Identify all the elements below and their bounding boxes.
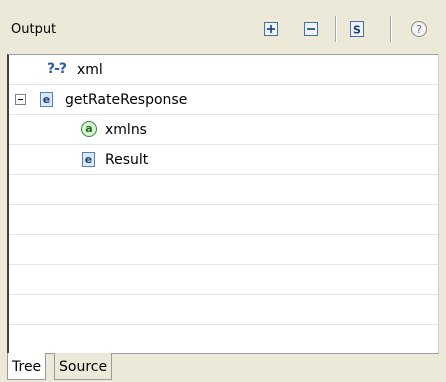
empty-row	[9, 295, 438, 325]
collapse-all-button[interactable]	[302, 20, 320, 38]
toolbar-separator	[390, 16, 392, 42]
svg-text:S: S	[353, 24, 361, 37]
tree-row-xml[interactable]: ?-? xml	[9, 55, 438, 85]
help-icon: ?	[411, 21, 427, 37]
panel-header: Output S ?	[0, 0, 446, 54]
tab-source[interactable]: Source	[54, 353, 113, 380]
output-panel: Output S ? ?-? xml e getRateResponse a x…	[0, 0, 446, 382]
tree-node-label: getRateResponse	[65, 92, 188, 108]
schema-button[interactable]: S	[348, 20, 366, 38]
expand-all-icon	[264, 22, 278, 36]
tree-node-label: xmlns	[105, 122, 147, 138]
tree-node-label: xml	[77, 62, 103, 78]
output-tree[interactable]: ?-? xml e getRateResponse a xmlns e Resu…	[7, 54, 439, 353]
tree-row-xmlns[interactable]: a xmlns	[9, 115, 438, 145]
empty-row	[9, 205, 438, 235]
empty-row	[9, 175, 438, 205]
panel-title: Output	[11, 22, 57, 37]
expand-all-button[interactable]	[262, 20, 280, 38]
collapse-toggle-icon[interactable]	[15, 94, 26, 105]
processing-instruction-icon: ?-?	[47, 61, 67, 77]
element-icon: e	[82, 152, 95, 167]
tab-tree[interactable]: Tree	[7, 353, 47, 380]
svg-text:?: ?	[416, 23, 422, 36]
view-tabs: Tree Source	[0, 353, 446, 382]
attribute-icon: a	[81, 121, 97, 137]
help-button[interactable]: ?	[410, 20, 428, 38]
tree-row-Result[interactable]: e Result	[9, 145, 438, 175]
empty-row	[9, 235, 438, 265]
tree-node-label: Result	[105, 152, 149, 168]
tree-row-getRateResponse[interactable]: e getRateResponse	[9, 85, 438, 115]
empty-row	[9, 325, 438, 353]
collapse-all-icon	[304, 22, 318, 36]
toolbar-separator	[335, 16, 337, 42]
schema-s-icon: S	[350, 21, 364, 37]
empty-row	[9, 265, 438, 295]
element-icon: e	[40, 92, 53, 107]
